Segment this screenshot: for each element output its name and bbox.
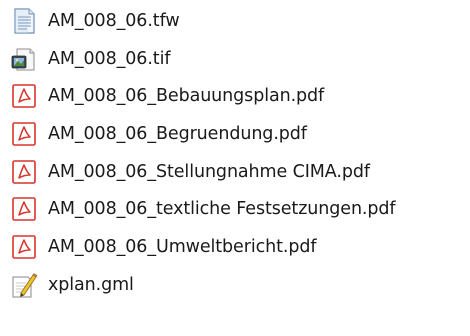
file-item-gml[interactable]: xplan.gml — [0, 266, 470, 304]
file-name: AM_008_06_Bebauungsplan.pdf — [48, 86, 325, 107]
file-item-pdf-bebauungsplan[interactable]: AM_008_06_Bebauungsplan.pdf — [0, 77, 470, 115]
file-item-tfw[interactable]: AM_008_06.tfw — [0, 2, 470, 40]
file-name: AM_008_06_Umweltbericht.pdf — [48, 236, 317, 257]
pdf-icon — [10, 233, 38, 261]
pdf-icon — [10, 158, 38, 186]
pdf-icon — [10, 195, 38, 223]
gml-edit-file-icon — [10, 271, 38, 299]
file-name: xplan.gml — [48, 274, 134, 295]
file-name: AM_008_06_Stellungnahme CIMA.pdf — [48, 161, 370, 182]
file-list: AM_008_06.tfw AM_008_06.tif AM_008_06_Be… — [0, 0, 470, 336]
pdf-icon — [10, 82, 38, 110]
file-name: AM_008_06_Begruendung.pdf — [48, 123, 307, 144]
file-item-pdf-stellungnahme[interactable]: AM_008_06_Stellungnahme CIMA.pdf — [0, 153, 470, 191]
file-name: AM_008_06_textliche Festsetzungen.pdf — [48, 199, 396, 220]
file-item-pdf-textliche-festsetzungen[interactable]: AM_008_06_textliche Festsetzungen.pdf — [0, 190, 470, 228]
pdf-icon — [10, 120, 38, 148]
image-file-icon — [10, 45, 38, 73]
file-item-tif[interactable]: AM_008_06.tif — [0, 40, 470, 78]
file-item-pdf-umweltbericht[interactable]: AM_008_06_Umweltbericht.pdf — [0, 228, 470, 266]
file-name: AM_008_06.tif — [48, 48, 171, 69]
file-name: AM_008_06.tfw — [48, 10, 180, 31]
text-document-icon — [10, 7, 38, 35]
file-item-pdf-begruendung[interactable]: AM_008_06_Begruendung.pdf — [0, 115, 470, 153]
